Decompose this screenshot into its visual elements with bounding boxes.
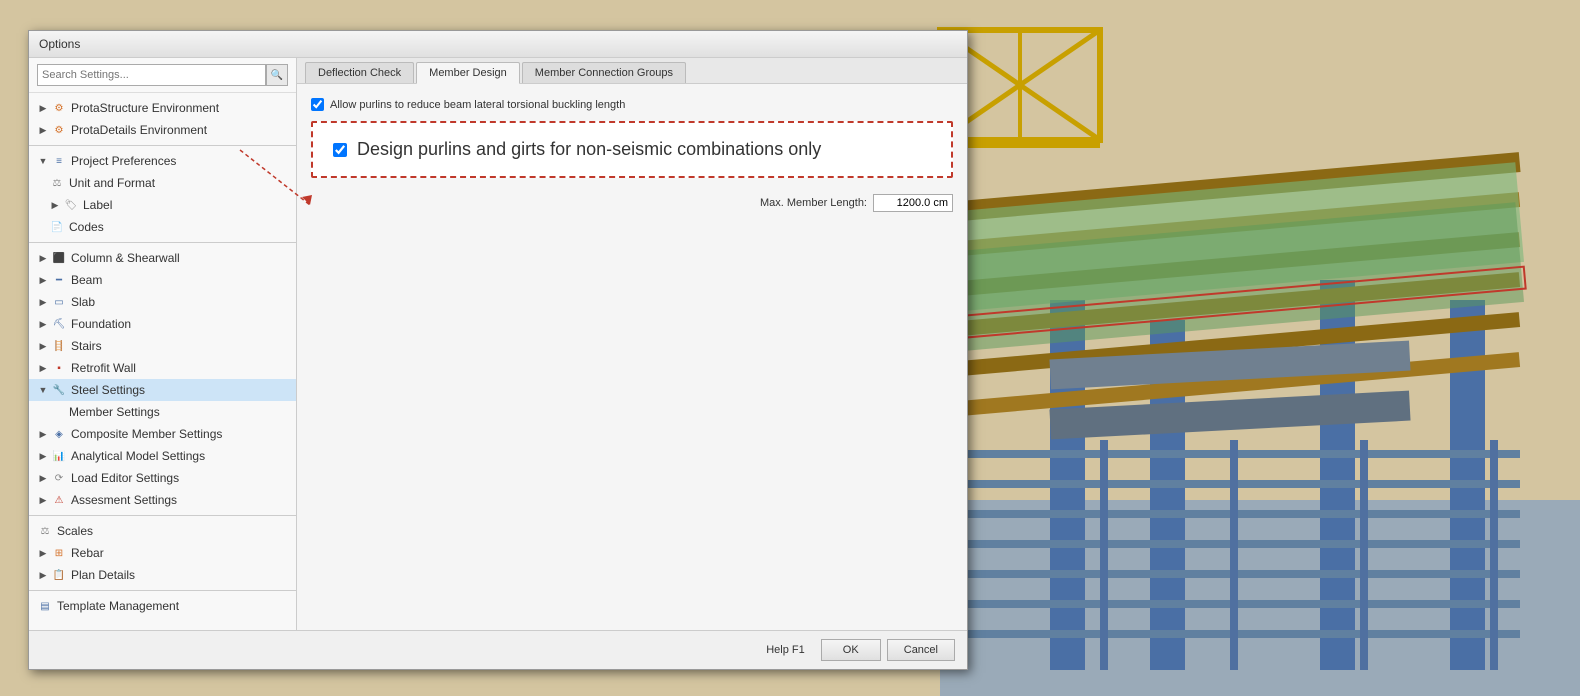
cancel-button[interactable]: Cancel xyxy=(887,639,955,661)
scales2-icon: ⚖ xyxy=(37,523,53,539)
stairs-icon: 🪜 xyxy=(51,338,67,354)
sidebar-item-column[interactable]: ▶ ⬛ Column & Shearwall xyxy=(29,247,296,269)
expand-icon: ▶ xyxy=(37,428,49,440)
sidebar: 🔍 ▶ ⚙ ProtaStructure Environment ▶ ⚙ Pro… xyxy=(29,58,297,630)
ok-button[interactable]: OK xyxy=(821,639,881,661)
wall-icon: ▪ xyxy=(51,360,67,376)
expand-icon: ▶ xyxy=(37,494,49,506)
expand-icon: ▶ xyxy=(37,450,49,462)
doc-icon: 📄 xyxy=(49,219,65,235)
foundation-icon: ⛏ xyxy=(51,316,67,332)
rebar-icon: ⊞ xyxy=(51,545,67,561)
expand-icon: ▶ xyxy=(49,199,61,211)
expand-icon: ▶ xyxy=(37,569,49,581)
sidebar-item-load-editor[interactable]: ▶ ⟳ Load Editor Settings xyxy=(29,467,296,489)
orange-gear-icon: ⚙ xyxy=(51,100,67,116)
sidebar-item-codes[interactable]: 📄 Codes xyxy=(29,216,296,238)
template-icon: ▤ xyxy=(37,598,53,614)
sidebar-item-analytical-model[interactable]: ▶ 📊 Analytical Model Settings xyxy=(29,445,296,467)
dialog-body: 🔍 ▶ ⚙ ProtaStructure Environment ▶ ⚙ Pro… xyxy=(29,58,967,630)
sidebar-item-steel-settings[interactable]: ▼ 🔧 Steel Settings xyxy=(29,379,296,401)
member-length-label: Max. Member Length: xyxy=(760,197,867,209)
load-icon: ⟳ xyxy=(51,470,67,486)
sidebar-item-plan-details[interactable]: ▶ 📋 Plan Details xyxy=(29,564,296,586)
help-text: Help F1 xyxy=(766,644,805,656)
sidebar-item-scales[interactable]: ⚖ Scales xyxy=(29,520,296,542)
main-content: Deflection Check Member Design Member Co… xyxy=(297,58,967,630)
scales-icon: ⚖ xyxy=(49,175,65,191)
expand-icon: ▶ xyxy=(37,362,49,374)
tree-area: ▶ ⚙ ProtaStructure Environment ▶ ⚙ Prota… xyxy=(29,93,296,630)
sidebar-item-prota-structure[interactable]: ▶ ⚙ ProtaStructure Environment xyxy=(29,97,296,119)
sidebar-item-assessment[interactable]: ▶ ⚠ Assesment Settings xyxy=(29,489,296,511)
allow-purlins-label: Allow purlins to reduce beam lateral tor… xyxy=(330,99,625,111)
tab-member-design[interactable]: Member Design xyxy=(416,62,520,84)
dialog-footer: Help F1 OK Cancel xyxy=(29,630,967,669)
list-icon: ≡ xyxy=(51,153,67,169)
member-length-row: Max. Member Length: xyxy=(311,194,953,212)
tag-icon: 🏷 xyxy=(63,197,79,213)
search-bar: 🔍 xyxy=(29,58,296,93)
beam-icon: ━ xyxy=(51,272,67,288)
empty-icon xyxy=(49,404,65,420)
sidebar-item-stairs[interactable]: ▶ 🪜 Stairs xyxy=(29,335,296,357)
dialog-title: Options xyxy=(39,37,80,51)
sidebar-item-label[interactable]: ▶ 🏷 Label xyxy=(29,194,296,216)
composite-icon: ◈ xyxy=(51,426,67,442)
assessment-icon: ⚠ xyxy=(51,492,67,508)
expand-icon: ▶ xyxy=(37,472,49,484)
divider-3 xyxy=(29,515,296,516)
sidebar-item-foundation[interactable]: ▶ ⛏ Foundation xyxy=(29,313,296,335)
search-button[interactable]: 🔍 xyxy=(266,64,288,86)
slab-icon: ▭ xyxy=(51,294,67,310)
sidebar-item-beam[interactable]: ▶ ━ Beam xyxy=(29,269,296,291)
tabs-bar: Deflection Check Member Design Member Co… xyxy=(297,58,967,84)
expand-icon: ▶ xyxy=(37,296,49,308)
sidebar-item-project-prefs[interactable]: ▼ ≡ Project Preferences xyxy=(29,150,296,172)
expand-icon: ▼ xyxy=(37,384,49,396)
search-input[interactable] xyxy=(37,64,266,86)
expand-icon: ▼ xyxy=(37,155,49,167)
sidebar-item-template-mgmt[interactable]: ▤ Template Management xyxy=(29,595,296,617)
expand-icon: ▶ xyxy=(37,252,49,264)
content-panel: Allow purlins to reduce beam lateral tor… xyxy=(297,84,967,630)
steel-icon: 🔧 xyxy=(51,382,67,398)
tab-deflection-check[interactable]: Deflection Check xyxy=(305,62,414,83)
divider-4 xyxy=(29,590,296,591)
allow-purlins-checkbox[interactable] xyxy=(311,98,324,111)
highlight-label: Design purlins and girts for non-seismic… xyxy=(357,139,821,160)
column-icon: ⬛ xyxy=(51,250,67,266)
divider-1 xyxy=(29,145,296,146)
expand-icon: ▶ xyxy=(37,318,49,330)
options-dialog: Options 🔍 ▶ ⚙ ProtaStructure Environment… xyxy=(28,30,968,670)
highlight-box: Design purlins and girts for non-seismic… xyxy=(311,121,953,178)
sidebar-item-prota-details[interactable]: ▶ ⚙ ProtaDetails Environment xyxy=(29,119,296,141)
sidebar-item-rebar[interactable]: ▶ ⊞ Rebar xyxy=(29,542,296,564)
sidebar-item-member-settings[interactable]: Member Settings xyxy=(29,401,296,423)
divider-2 xyxy=(29,242,296,243)
tab-member-connection[interactable]: Member Connection Groups xyxy=(522,62,686,83)
sidebar-item-unit-format[interactable]: ⚖ Unit and Format xyxy=(29,172,296,194)
member-length-input[interactable] xyxy=(873,194,953,212)
expand-icon: ▶ xyxy=(37,124,49,136)
sidebar-item-slab[interactable]: ▶ ▭ Slab xyxy=(29,291,296,313)
expand-icon: ▶ xyxy=(37,102,49,114)
dialog-titlebar: Options xyxy=(29,31,967,58)
checkbox-row-1: Allow purlins to reduce beam lateral tor… xyxy=(311,98,953,111)
expand-icon: ▶ xyxy=(37,340,49,352)
plan-icon: 📋 xyxy=(51,567,67,583)
sidebar-item-retrofit-wall[interactable]: ▶ ▪ Retrofit Wall xyxy=(29,357,296,379)
expand-icon: ▶ xyxy=(37,547,49,559)
orange-gear-icon-2: ⚙ xyxy=(51,122,67,138)
expand-icon: ▶ xyxy=(37,274,49,286)
analytical-icon: 📊 xyxy=(51,448,67,464)
sidebar-item-composite-member[interactable]: ▶ ◈ Composite Member Settings xyxy=(29,423,296,445)
design-purlins-checkbox[interactable] xyxy=(333,143,347,157)
